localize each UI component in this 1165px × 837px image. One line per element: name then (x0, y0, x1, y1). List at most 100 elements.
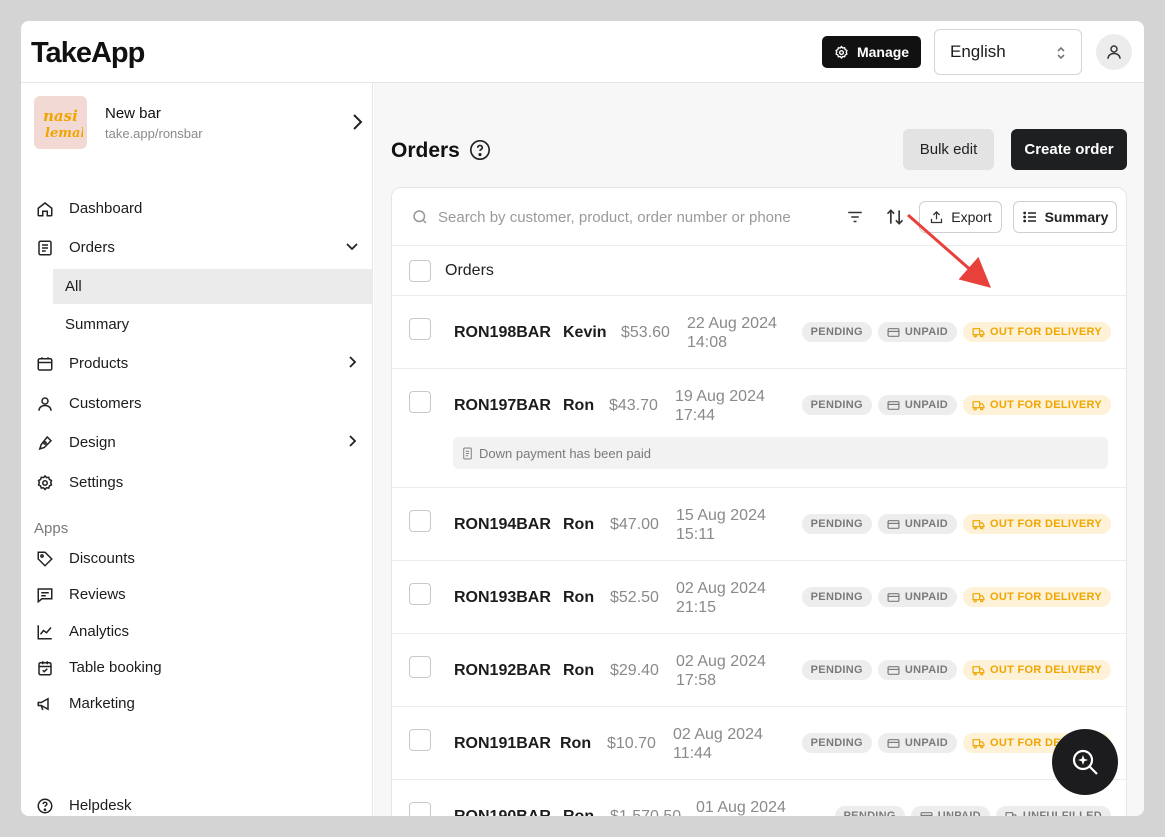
sidebar-item-marketing[interactable]: Marketing (21, 685, 373, 721)
fulfillment-badge: OUT FOR DELIVERY (963, 322, 1111, 342)
sidebar-item-design[interactable]: Design (21, 424, 373, 460)
user-avatar-button[interactable] (1096, 34, 1132, 70)
payment-text: UNPAID (904, 737, 949, 749)
order-number[interactable]: RON193BAR (454, 589, 551, 607)
filter-icon[interactable] (846, 208, 864, 226)
svg-text:lemak: lemak (45, 126, 83, 141)
sidebar-item-orders[interactable]: Orders (21, 229, 373, 265)
sidebar-item-discounts[interactable]: Discounts (21, 540, 373, 576)
row-checkbox[interactable] (409, 656, 431, 678)
order-number[interactable]: RON198BAR (454, 324, 551, 342)
fulfillment-badge: OUT FOR DELIVERY (963, 514, 1111, 534)
order-row[interactable]: RON194BAR Ron $47.00 15 Aug 2024 15:11 P… (392, 488, 1126, 561)
order-number[interactable]: RON191BAR (454, 735, 551, 753)
payment-badge: UNPAID (877, 733, 958, 753)
order-number[interactable]: RON194BAR (454, 516, 551, 534)
payment-text: UNPAID (904, 518, 949, 530)
list-icon (1022, 211, 1036, 223)
order-total: $47.00 (610, 516, 659, 533)
row-checkbox[interactable] (409, 318, 431, 340)
payment-badge: UNPAID (877, 514, 958, 534)
order-total: $1,570.50 (610, 808, 681, 816)
truck-icon (972, 665, 985, 675)
order-badges: PENDING UNPAID OUT FOR DELIVERY (801, 514, 1111, 534)
order-badges: PENDING UNPAID OUT FOR DELIVERY (801, 660, 1111, 680)
export-button[interactable]: Export (919, 201, 1002, 233)
order-date-day: 02 Aug 2024 (676, 653, 766, 670)
store-switcher[interactable]: nasilemak New bar take.app/ronsbar (34, 96, 364, 150)
fulfillment-text: OUT FOR DELIVERY (990, 664, 1102, 676)
sidebar-item-reviews[interactable]: Reviews (21, 576, 373, 612)
sidebar-item-table-booking[interactable]: Table booking (21, 649, 373, 685)
sidebar-item-analytics[interactable]: Analytics (21, 613, 373, 649)
search-input[interactable] (438, 204, 818, 230)
order-badges: PENDING UNPAID UNFULFILLED (834, 806, 1111, 816)
row-checkbox[interactable] (409, 729, 431, 751)
fulfillment-text: OUT FOR DELIVERY (990, 399, 1102, 411)
status-badge: PENDING (801, 322, 872, 342)
order-number[interactable]: RON190BAR (454, 808, 551, 816)
row-checkbox[interactable] (409, 391, 431, 413)
order-badges: PENDING UNPAID OUT FOR DELIVERY (801, 395, 1111, 415)
order-row[interactable]: RON191BAR Ron $10.70 02 Aug 2024 11:44 P… (392, 707, 1126, 780)
sidebar-item-products[interactable]: Products (21, 345, 373, 381)
order-customer: Ron (563, 516, 595, 533)
select-all-checkbox[interactable] (409, 260, 431, 282)
search-icon (413, 210, 427, 224)
sidebar-item-label: Settings (69, 473, 124, 491)
order-total: $43.70 (609, 397, 658, 414)
row-checkbox[interactable] (409, 583, 431, 605)
products-icon (35, 354, 55, 374)
fulfillment-badge: OUT FOR DELIVERY (963, 660, 1111, 680)
manage-button[interactable]: Manage (822, 36, 921, 68)
order-number[interactable]: RON192BAR (454, 662, 551, 680)
orders-list-header: Orders (392, 246, 1126, 296)
order-customer: Ron (563, 397, 595, 414)
order-row[interactable]: RON197BAR Ron $43.70 19 Aug 2024 17:44 P… (392, 369, 1126, 488)
ai-assistant-button[interactable] (1052, 729, 1118, 795)
create-order-button[interactable]: Create order (1011, 129, 1127, 170)
card-icon (887, 400, 900, 410)
payment-text: UNPAID (904, 326, 949, 338)
sidebar-item-label: Customers (69, 394, 142, 412)
sidebar-item-helpdesk[interactable]: Helpdesk (21, 787, 373, 816)
row-checkbox[interactable] (409, 510, 431, 532)
order-row[interactable]: RON190BAR Ron $1,570.50 01 Aug 2024 15:1… (392, 780, 1126, 816)
card-icon (887, 519, 900, 529)
sidebar-item-dashboard[interactable]: Dashboard (21, 190, 373, 226)
order-date-day: 02 Aug 2024 (676, 580, 766, 597)
sort-icon[interactable] (885, 207, 905, 227)
upload-icon (931, 210, 943, 223)
sidebar-item-label: Marketing (69, 694, 135, 712)
status-text: PENDING (810, 591, 863, 603)
fulfillment-text: OUT FOR DELIVERY (990, 518, 1102, 530)
sidebar-item-customers[interactable]: Customers (21, 385, 373, 421)
order-customer: Ron (560, 735, 592, 752)
card-icon (887, 592, 900, 602)
order-row[interactable]: RON198BAR Kevin $53.60 22 Aug 2024 14:08… (392, 296, 1126, 369)
row-checkbox[interactable] (409, 802, 431, 816)
reviews-icon (35, 585, 55, 605)
chevron-right-icon (349, 356, 357, 368)
help-icon (35, 796, 55, 816)
bulk-edit-button[interactable]: Bulk edit (903, 129, 994, 170)
order-row[interactable]: RON192BAR Ron $29.40 02 Aug 2024 17:58 P… (392, 634, 1126, 707)
truck-icon (972, 327, 985, 337)
order-date-day: 02 Aug 2024 (673, 726, 763, 743)
megaphone-icon (35, 694, 55, 714)
sidebar-subitem-all[interactable]: All (53, 269, 373, 304)
sidebar-item-settings[interactable]: Settings (21, 464, 373, 500)
order-badges: PENDING UNPAID OUT FOR DELIVERY (801, 322, 1111, 342)
order-date: 02 Aug 2024 21:15 (676, 579, 766, 617)
help-circle-icon[interactable] (469, 139, 491, 161)
app-logo[interactable]: TakeApp (31, 37, 145, 70)
language-select[interactable]: English (934, 29, 1082, 75)
truck-icon (972, 400, 985, 410)
order-date: 02 Aug 2024 11:44 (673, 725, 763, 763)
sidebar-subitem-summary[interactable]: Summary (53, 307, 373, 342)
order-number[interactable]: RON197BAR (454, 397, 551, 415)
order-row[interactable]: RON193BAR Ron $52.50 02 Aug 2024 21:15 P… (392, 561, 1126, 634)
order-date: 19 Aug 2024 17:44 (675, 387, 765, 425)
summary-button[interactable]: Summary (1013, 201, 1117, 233)
store-name: New bar (105, 105, 161, 122)
